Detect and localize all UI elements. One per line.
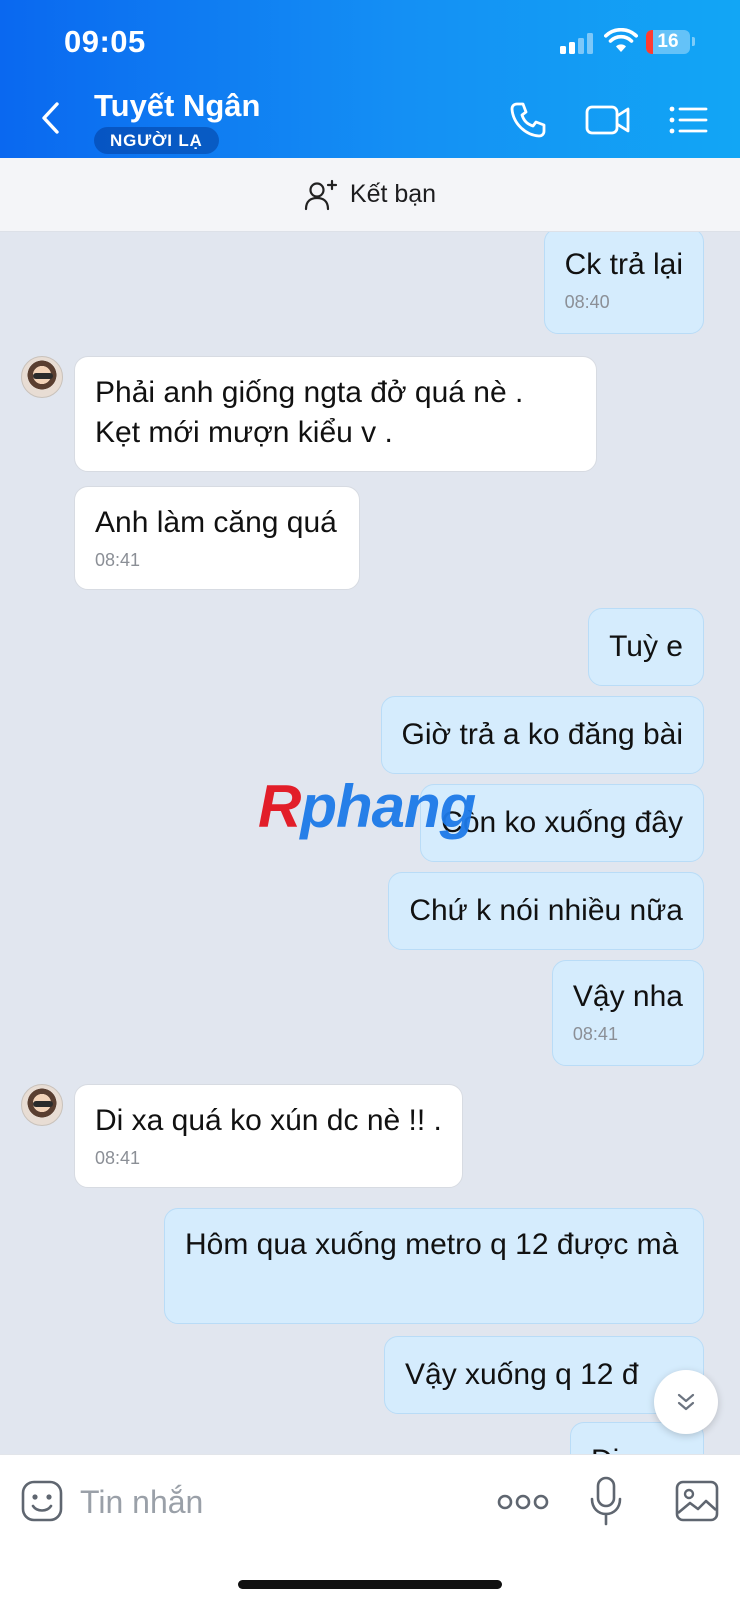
chevron-left-icon xyxy=(42,102,59,134)
message-text: Vậy xuống q 12 đ xyxy=(405,1358,639,1391)
message-text: Di xa quá ko xún dc nè !! . xyxy=(95,1104,442,1137)
contact-name[interactable]: Tuyết Ngân xyxy=(94,88,261,124)
message-text: Còn ko xuống đây xyxy=(441,806,683,839)
message-text: Đi xyxy=(591,1444,619,1454)
watermark-logo: Rphang xyxy=(258,773,476,840)
video-call-button[interactable] xyxy=(584,98,632,142)
message-bubble-incoming[interactable]: Anh làm căng quá 08:41 xyxy=(74,486,360,590)
message-time: 08:41 xyxy=(95,550,141,570)
message-time: 08:41 xyxy=(95,1148,141,1168)
cellular-signal-icon xyxy=(560,32,596,54)
message-bubble-outgoing[interactable]: Hôm qua xuống metro q 12 được mà xyxy=(164,1208,704,1324)
message-time: 08:40 xyxy=(564,292,610,312)
image-gallery-icon[interactable] xyxy=(674,1479,720,1523)
message-bubble-outgoing[interactable]: Ck trả lại 08:40 xyxy=(543,232,704,334)
message-list[interactable]: Ck trả lại 08:40 Phải anh giống ngta đở … xyxy=(0,232,740,1454)
message-time: 08:41 xyxy=(572,1024,618,1044)
message-composer xyxy=(0,1454,740,1600)
stranger-badge: NGƯỜI LẠ xyxy=(94,127,219,154)
chat-options-button[interactable] xyxy=(664,98,712,142)
battery-icon: 16 xyxy=(646,30,690,54)
contact-avatar[interactable] xyxy=(21,356,63,398)
message-bubble-incoming[interactable]: Phải anh giống ngta đở quá nè . Kẹt mới … xyxy=(74,356,597,472)
voice-call-button[interactable] xyxy=(506,98,550,142)
message-text: Vậy nha xyxy=(572,980,683,1013)
sticker-icon[interactable] xyxy=(20,1479,64,1523)
message-bubble-outgoing[interactable]: Vậy nha 08:41 xyxy=(551,960,704,1066)
video-camera-icon xyxy=(585,105,630,135)
message-input[interactable] xyxy=(80,1477,460,1527)
message-bubble-incoming[interactable]: Di xa quá ko xún dc nè !! . 08:41 xyxy=(74,1084,463,1188)
message-bubble-outgoing[interactable]: Chứ k nói nhiều nữa xyxy=(388,872,704,950)
message-text: Hôm qua xuống metro q 12 được mà xyxy=(185,1228,679,1261)
message-bubble-outgoing[interactable]: Giờ trả a ko đăng bài xyxy=(380,696,704,774)
message-text: Tuỳ e xyxy=(609,630,683,663)
status-time: 09:05 xyxy=(64,24,146,59)
message-bubble-outgoing[interactable]: Tuỳ e xyxy=(588,608,704,686)
scroll-to-bottom-button[interactable] xyxy=(654,1370,718,1434)
home-indicator[interactable] xyxy=(238,1580,502,1589)
message-text: Ck trả lại xyxy=(564,248,683,281)
chat-header: 09:05 16 Tuyết Ngân NGƯỜI LẠ xyxy=(0,0,740,158)
message-text: Phải anh giống ngta đở quá nè . Kẹt mới … xyxy=(95,376,524,449)
add-friend-label: Kết bạn xyxy=(349,180,437,208)
message-text: Giờ trả a ko đăng bài xyxy=(401,718,684,751)
phone-icon xyxy=(510,102,546,138)
back-button[interactable] xyxy=(32,98,68,138)
wifi-icon xyxy=(604,28,638,52)
battery-level: 16 xyxy=(657,31,679,52)
add-friend-button[interactable]: Kết bạn xyxy=(0,158,740,232)
add-user-icon xyxy=(304,179,338,210)
message-text: Anh làm căng quá xyxy=(95,506,337,539)
message-text: Chứ k nói nhiều nữa xyxy=(409,894,683,927)
double-chevron-down-icon xyxy=(677,1393,695,1411)
more-options-icon[interactable] xyxy=(496,1487,550,1517)
contact-avatar[interactable] xyxy=(21,1084,63,1126)
list-menu-icon xyxy=(669,106,708,134)
battery-tip xyxy=(692,37,695,46)
microphone-icon[interactable] xyxy=(588,1475,624,1527)
